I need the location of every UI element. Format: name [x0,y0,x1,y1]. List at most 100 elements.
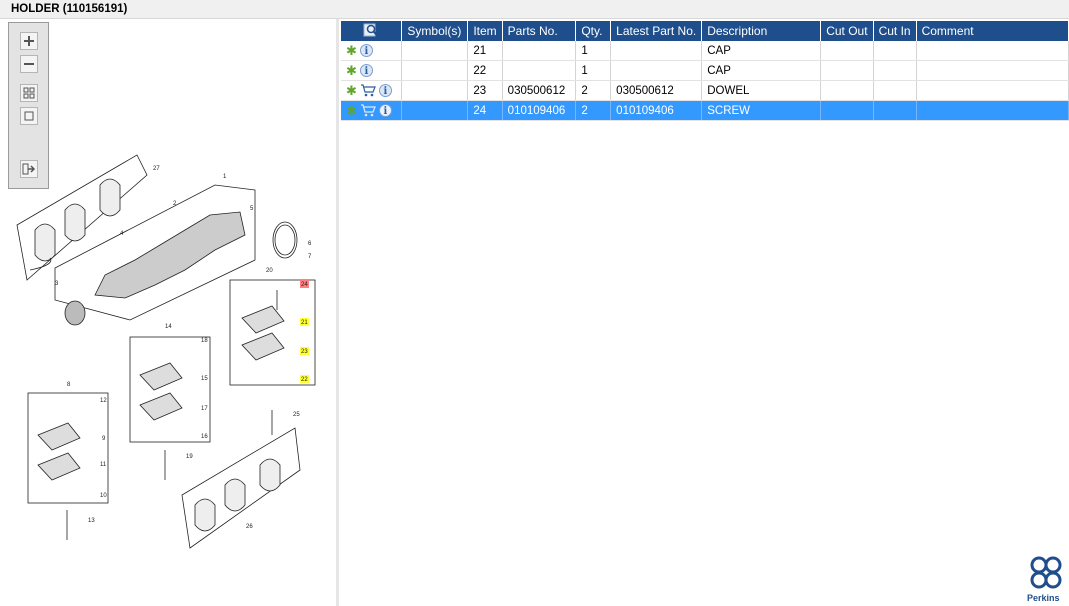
fit-icon [23,87,35,99]
svg-text:1: 1 [223,174,227,180]
minus-icon [24,63,34,65]
cell-symbols [401,41,469,61]
search-icon[interactable] [363,23,379,37]
gear-icon[interactable]: ✱ [346,104,357,117]
cart-icon[interactable] [360,104,376,117]
svg-text:27: 27 [153,166,160,172]
svg-text:23: 23 [301,349,308,355]
svg-text:9: 9 [102,436,106,442]
cell-cut-out [820,100,874,121]
bottom-shell-group [181,427,301,549]
svg-text:6: 6 [308,241,312,247]
column-header-latest-part-no[interactable]: Latest Part No. [610,21,703,41]
svg-text:15: 15 [201,376,208,382]
svg-text:26: 26 [246,524,253,530]
cell-item: 21 [467,41,503,61]
cap-group-right [229,279,316,435]
zoom-in-button[interactable] [20,32,38,50]
panel-splitter[interactable] [336,19,339,606]
column-header-qty[interactable]: Qty. [575,21,612,41]
cell-comment [916,41,1069,61]
gear-icon[interactable]: ✱ [346,84,357,97]
exploded-parts-diagram[interactable]: 2712 567 4320 24 21 23 22 251418 151716 … [10,150,320,550]
gear-icon[interactable]: ✱ [346,64,357,77]
thrust-washer [272,221,298,259]
svg-text:3: 3 [55,281,59,287]
cart-icon[interactable] [360,84,376,97]
info-icon[interactable]: i [359,44,373,57]
svg-text:5: 5 [250,206,254,212]
table-row[interactable]: ✱ i 22 1 CAP [341,60,1069,81]
column-header-cut-in[interactable]: Cut In [873,21,917,41]
column-header-parts-no[interactable]: Parts No. [502,21,577,41]
cell-item: 24 [467,100,503,121]
cell-latest-part-no [610,41,703,61]
svg-text:7: 7 [308,254,312,260]
svg-text:16: 16 [201,434,208,440]
bearing-shell-group [16,154,148,281]
column-header-comment[interactable]: Comment [916,21,1069,41]
column-header-description[interactable]: Description [701,21,822,41]
cell-description: SCREW [701,100,822,121]
cell-description: DOWEL [701,80,822,101]
window-title: HOLDER (110156191) [11,3,128,15]
cell-qty: 2 [575,80,612,101]
cell-cut-out [820,80,874,101]
table-row[interactable]: ✱ i 23 030500612 2 030500612 DOWEL [341,80,1069,101]
parts-table: Symbol(s) Item Parts No. Qty. Latest Par… [341,21,1069,121]
svg-text:19: 19 [186,454,193,460]
svg-text:20: 20 [266,268,273,274]
table-search-header[interactable] [341,21,403,41]
cell-item: 22 [467,60,503,81]
cell-cut-out [820,41,874,61]
cell-cut-in [873,100,917,121]
cell-symbols [401,100,469,121]
brand-name: Perkins [1027,593,1060,603]
fit-page-button[interactable] [20,84,38,102]
window-title-bar: HOLDER (110156191) [0,0,1069,19]
table-row[interactable]: ✱ i 21 1 CAP [341,41,1069,61]
square-icon [24,111,34,121]
cap-group-middle [129,336,211,480]
info-icon[interactable]: i [378,84,392,97]
cell-symbols [401,60,469,81]
cell-cut-in [873,60,917,81]
cell-parts-no [502,41,577,61]
cell-cut-out [820,60,874,81]
svg-text:8: 8 [67,382,71,388]
row-actions: ✱ i [341,80,403,101]
cell-qty: 2 [575,100,612,121]
column-header-cut-out[interactable]: Cut Out [820,21,874,41]
row-actions: ✱ i [341,100,403,121]
cell-comment [916,80,1069,101]
cell-cut-in [873,80,917,101]
cell-description: CAP [701,41,822,61]
column-header-symbols[interactable]: Symbol(s) [401,21,469,41]
svg-text:25: 25 [293,412,300,418]
cell-parts-no [502,60,577,81]
svg-text:4: 4 [120,231,124,237]
cell-latest-part-no: 010109406 [610,100,703,121]
svg-text:21: 21 [301,320,308,326]
cell-symbols [401,80,469,101]
cap-group-left [27,392,109,540]
actual-size-button[interactable] [20,107,38,125]
svg-text:11: 11 [100,462,107,468]
zoom-out-button[interactable] [20,55,38,73]
svg-text:14: 14 [165,324,172,330]
table-header-row: Symbol(s) Item Parts No. Qty. Latest Par… [341,21,1069,41]
plus-icon [24,36,34,46]
svg-text:10: 10 [100,493,107,499]
svg-text:17: 17 [201,406,208,412]
table-row-selected[interactable]: ✱ i 24 010109406 2 010109406 SCREW [341,100,1069,121]
crankshaft [29,184,256,326]
svg-text:12: 12 [100,398,107,404]
gear-icon[interactable]: ✱ [346,44,357,57]
cell-cut-in [873,41,917,61]
cell-qty: 1 [575,60,612,81]
info-icon[interactable]: i [378,104,392,117]
info-icon[interactable]: i [359,64,373,77]
cell-description: CAP [701,60,822,81]
column-header-item[interactable]: Item [467,21,503,41]
cell-comment [916,100,1069,121]
